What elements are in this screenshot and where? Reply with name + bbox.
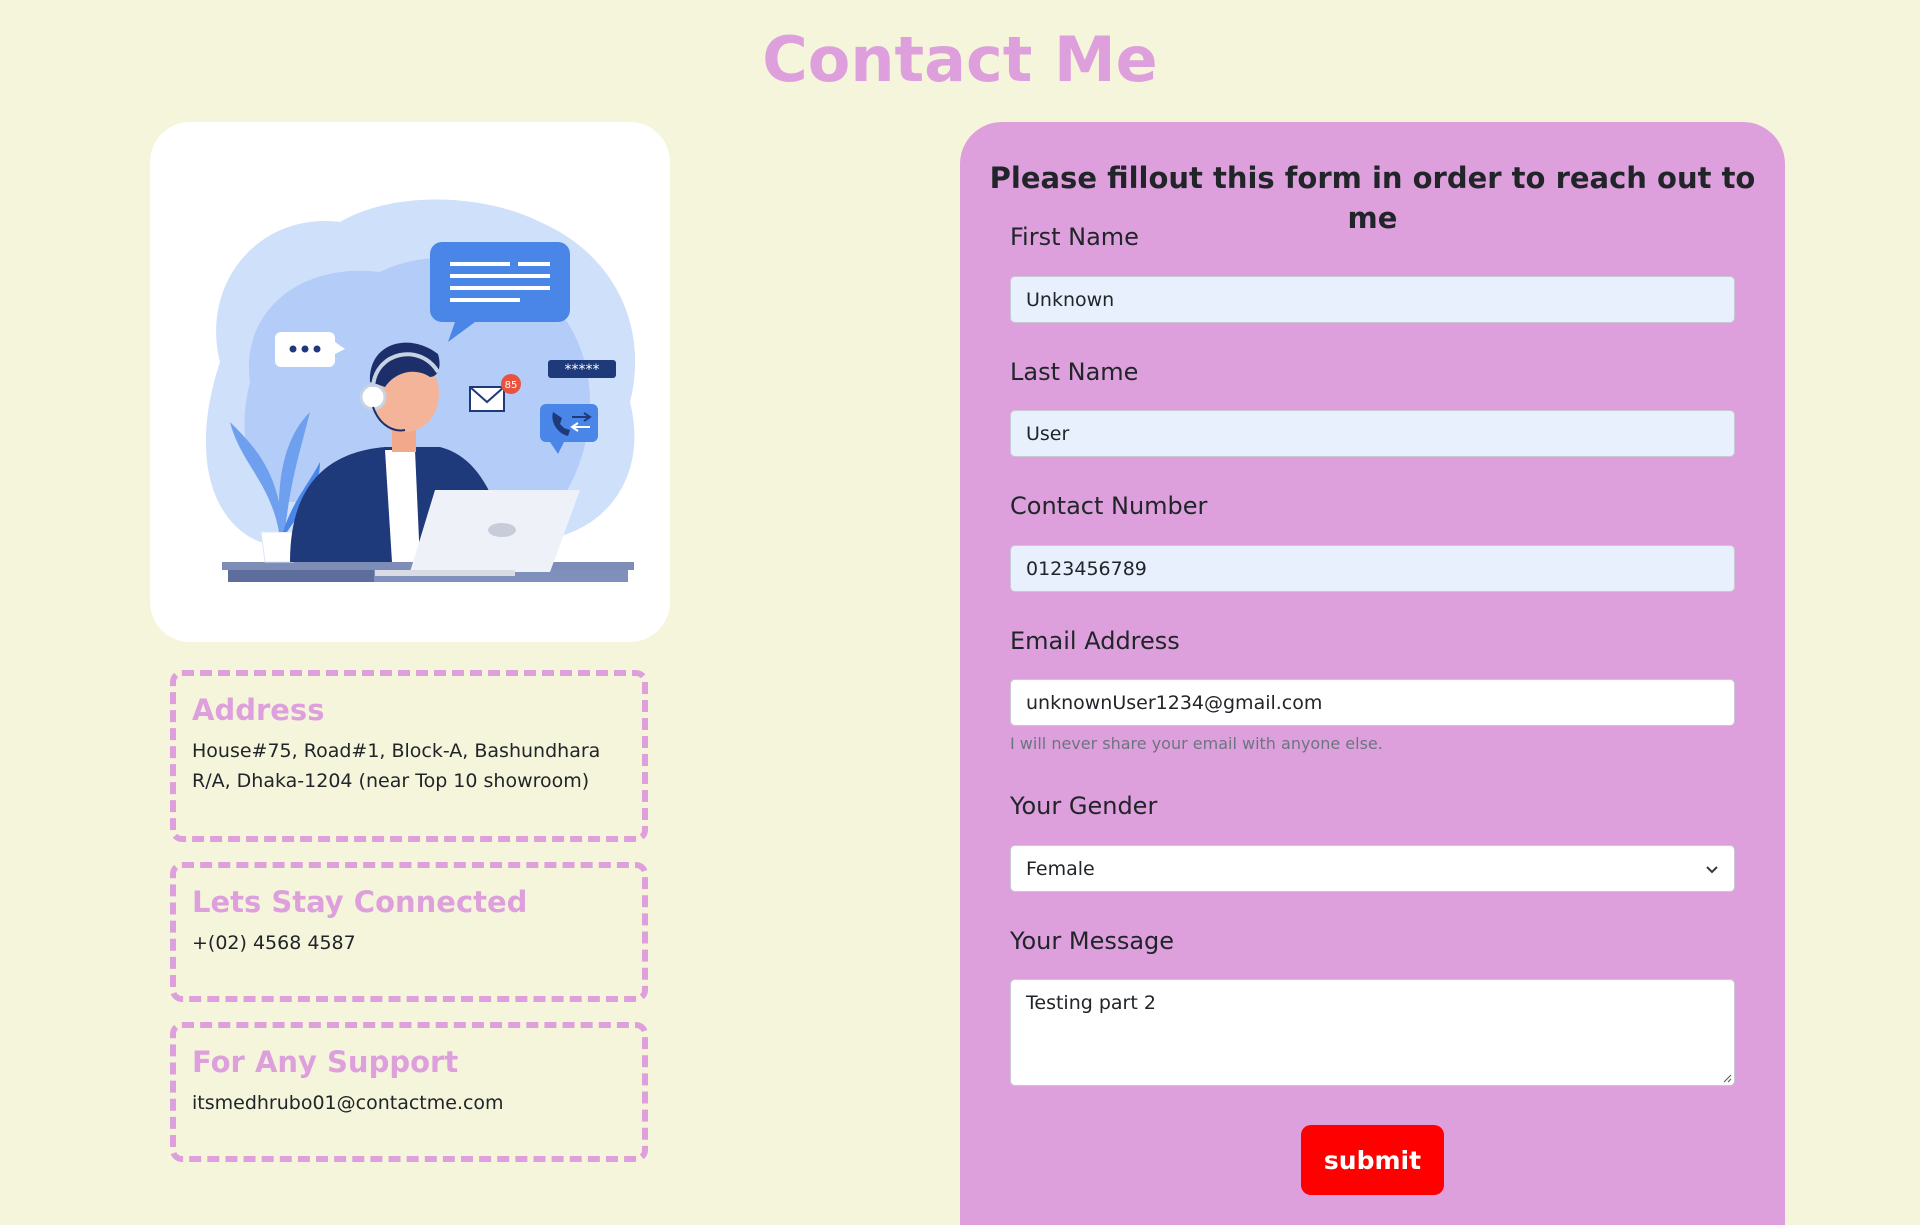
address-heading: Address xyxy=(192,693,325,727)
gender-label: Your Gender xyxy=(1010,792,1158,820)
contact-number-value: 0123456789 xyxy=(1026,557,1147,580)
address-box: Address House#75, Road#1, Block-A, Bashu… xyxy=(170,670,648,842)
last-name-input[interactable]: User xyxy=(1010,410,1735,457)
support-box: For Any Support itsmedhrubo01@contactme.… xyxy=(170,1022,648,1162)
support-illustration-card: ***** 85 xyxy=(150,122,670,642)
resize-grip-icon[interactable] xyxy=(1722,1073,1732,1083)
first-name-input[interactable]: Unknown xyxy=(1010,276,1735,323)
contact-number-input[interactable]: 0123456789 xyxy=(1010,545,1735,592)
email-input[interactable]: unknownUser1234@gmail.com xyxy=(1010,679,1735,726)
contact-number-label: Contact Number xyxy=(1010,492,1208,520)
customer-support-illustration: ***** 85 xyxy=(205,199,636,582)
chevron-down-icon xyxy=(1706,866,1718,874)
page-title: Contact Me xyxy=(762,23,1158,96)
address-text: House#75, Road#1, Block-A, Bashundhara R… xyxy=(192,740,601,792)
last-name-label: Last Name xyxy=(1010,358,1139,386)
message-value: Testing part 2 xyxy=(1026,992,1156,1014)
submit-button[interactable]: submit xyxy=(1301,1125,1444,1195)
gender-select[interactable]: Female xyxy=(1010,845,1735,892)
message-textarea[interactable]: Testing part 2 xyxy=(1010,979,1735,1086)
first-name-value: Unknown xyxy=(1026,288,1115,311)
phone-text: +(02) 4568 4587 xyxy=(192,932,356,954)
gender-value: Female xyxy=(1026,857,1095,880)
first-name-label: First Name xyxy=(1010,223,1139,251)
mail-icon xyxy=(469,386,505,412)
phone-box: Lets Stay Connected +(02) 4568 4587 xyxy=(170,862,648,1002)
contact-form-panel: Please fillout this form in order to rea… xyxy=(960,122,1785,1225)
last-name-value: User xyxy=(1026,422,1070,445)
email-label: Email Address xyxy=(1010,627,1180,655)
email-help-text: I will never share your email with anyon… xyxy=(1010,734,1383,753)
support-email: itsmedhrubo01@contactme.com xyxy=(192,1092,504,1114)
message-label: Your Message xyxy=(1010,927,1175,955)
support-heading: For Any Support xyxy=(192,1045,459,1079)
password-mask-text: ***** xyxy=(565,362,600,378)
phone-heading: Lets Stay Connected xyxy=(192,885,528,919)
mail-badge-count: 85 xyxy=(505,380,518,391)
email-value: unknownUser1234@gmail.com xyxy=(1026,691,1323,714)
